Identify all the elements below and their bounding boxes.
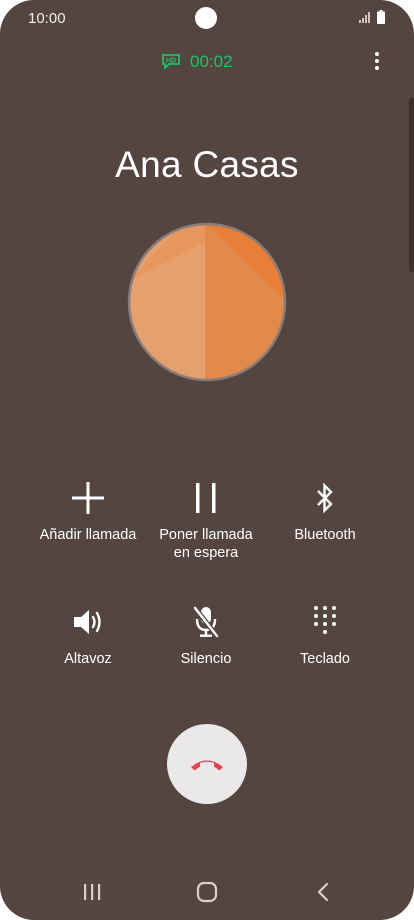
plus-icon bbox=[72, 482, 104, 514]
signal-icon bbox=[359, 12, 370, 23]
battery-icon bbox=[377, 10, 385, 24]
bluetooth-icon bbox=[317, 482, 333, 514]
back-icon[interactable] bbox=[315, 882, 331, 902]
navigation-bar bbox=[0, 872, 414, 912]
front-camera bbox=[195, 7, 217, 29]
speaker-icon bbox=[74, 610, 101, 634]
mute-mic-icon bbox=[193, 606, 219, 638]
end-call-icon bbox=[191, 760, 223, 771]
more-vert-icon[interactable] bbox=[372, 52, 382, 74]
keypad-icon bbox=[314, 606, 336, 634]
status-time: 10:00 bbox=[28, 10, 66, 27]
bluetooth-label: Bluetooth bbox=[294, 527, 356, 543]
pause-icon bbox=[196, 483, 216, 513]
hd-icon: HD bbox=[162, 54, 180, 69]
home-icon[interactable] bbox=[196, 881, 218, 903]
call-header: HD 00:02 bbox=[0, 50, 414, 74]
bluetooth-button[interactable]: Bluetooth bbox=[250, 480, 400, 544]
contact-name: Ana Casas bbox=[115, 144, 299, 185]
hd-badge-text: HD bbox=[166, 58, 176, 65]
end-call-button[interactable] bbox=[167, 724, 247, 804]
call-timer: 00:02 bbox=[190, 52, 233, 71]
status-bar: 10:00 bbox=[0, 0, 414, 40]
keypad-button[interactable]: Teclado bbox=[250, 604, 400, 668]
contact-avatar bbox=[127, 222, 287, 382]
call-screen: 10:00 HD 00:02 Ana Casas Añadir llamada … bbox=[0, 0, 414, 920]
keypad-label: Teclado bbox=[300, 651, 350, 667]
recent-apps-icon[interactable] bbox=[82, 882, 102, 902]
